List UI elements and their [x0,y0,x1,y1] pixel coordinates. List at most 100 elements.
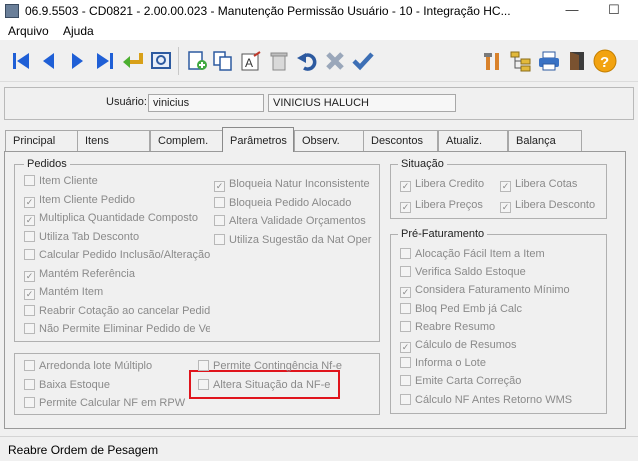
unchecked-checkbox-icon[interactable] [400,320,411,332]
checkbox-reabrir-cotacao-ao-cancelar-pedido[interactable]: Reabrir Cotação ao cancelar Pedido [24,304,210,318]
checkbox-baixa-estoque[interactable]: Baixa Estoque [24,378,194,392]
unchecked-checkbox-icon[interactable] [400,248,411,259]
last-record-icon[interactable] [92,48,118,74]
tab-observ[interactable]: Observ. [294,130,364,151]
unchecked-checkbox-icon[interactable] [24,230,35,242]
checkbox-label: Bloqueia Pedido Alocado [229,196,352,209]
checked-checkbox-icon[interactable]: ✓ [400,181,411,192]
checked-checkbox-icon[interactable]: ✓ [400,287,411,299]
pedidos-group-title: Pedidos [24,158,70,170]
first-record-icon[interactable] [8,48,34,74]
menu-ajuda[interactable]: Ajuda [63,24,94,38]
unchecked-checkbox-icon[interactable] [24,304,35,316]
unchecked-checkbox-icon[interactable] [24,397,35,408]
edit-text-icon[interactable]: A [238,48,264,74]
unchecked-checkbox-icon[interactable] [214,233,225,245]
unchecked-checkbox-icon[interactable] [24,249,35,260]
checkbox-calculo-nf-antes-retorno-wms[interactable]: Cálculo NF Antes Retorno WMS [400,393,600,407]
tab-principal[interactable]: Principal [5,130,78,151]
maximize-button[interactable]: ☐ [594,0,634,22]
new-icon[interactable] [184,48,210,74]
checkbox-label: Libera Cotas [515,178,578,190]
checkbox-altera-validade-orcamentos[interactable]: Altera Validade Orçamentos [214,215,374,228]
unchecked-checkbox-icon[interactable] [24,378,35,390]
checkbox-bloqueia-natur-inconsistente[interactable]: ✓ Bloqueia Natur Inconsistente [214,178,374,192]
app-icon [5,4,19,18]
checkbox-verifica-saldo-estoque[interactable]: Verifica Saldo Estoque [400,266,600,279]
unchecked-checkbox-icon[interactable] [198,378,209,390]
checkbox-libera-desconto[interactable]: ✓ Libera Desconto [500,199,600,213]
checkbox-nao-permite-eliminar-pedido-de-venda[interactable]: Não Permite Eliminar Pedido de Venda [24,323,210,336]
checkbox-considera-faturamento-minimo[interactable]: ✓ Considera Faturamento Mínimo [400,284,600,299]
checkbox-mantem-item[interactable]: ✓ Mantém Item [24,286,210,300]
checkbox-bloq-ped-emb-ja-calc[interactable]: Bloq Ped Emb já Calc [400,302,600,316]
checkbox-label: Considera Faturamento Mínimo [415,284,570,297]
checkbox-label: Multiplica Quantidade Composto [39,212,198,224]
delete-icon[interactable] [266,48,292,74]
checkbox-bloqueia-pedido-alocado[interactable]: Bloqueia Pedido Alocado [214,196,374,210]
checkbox-libera-credito[interactable]: ✓ Libera Credito [400,178,500,192]
undo-icon[interactable] [294,48,320,74]
checkbox-informa-o-lote[interactable]: Informa o Lote [400,357,600,370]
checked-checkbox-icon[interactable]: ✓ [500,181,511,192]
tools-icon[interactable] [480,48,506,74]
menu-arquivo[interactable]: Arquivo [8,24,49,38]
checkbox-permite-contingencia-nf-e[interactable]: Permite Contingência Nf-e [198,360,348,373]
checked-checkbox-icon[interactable]: ✓ [400,202,411,213]
preview-icon[interactable] [148,48,174,74]
checked-checkbox-icon[interactable]: ✓ [24,215,35,226]
checked-checkbox-icon[interactable]: ✓ [214,181,225,192]
checked-checkbox-icon[interactable]: ✓ [24,270,35,282]
unchecked-checkbox-icon[interactable] [400,357,411,369]
unchecked-checkbox-icon[interactable] [24,323,35,334]
unchecked-checkbox-icon[interactable] [24,175,35,186]
tab-balanca[interactable]: Balança [508,130,582,151]
user-login-field[interactable]: vinicius [148,94,264,112]
confirm-icon[interactable] [350,48,376,74]
checkbox-calcular-pedido-inclusao-alteracao-item[interactable]: Calcular Pedido Inclusão/Alteração Item [24,249,210,262]
checkbox-item-cliente[interactable]: Item Cliente [24,175,210,188]
next-record-icon[interactable] [64,48,90,74]
unchecked-checkbox-icon[interactable] [400,302,411,314]
tab-parametros[interactable]: Parâmetros [222,127,294,152]
tab-itens[interactable]: Itens [77,130,150,151]
minimize-button[interactable]: — [552,0,592,22]
unchecked-checkbox-icon[interactable] [198,360,209,371]
unchecked-checkbox-icon[interactable] [214,196,225,208]
tab-complem[interactable]: Complem. [150,130,223,151]
unchecked-checkbox-icon[interactable] [400,266,411,278]
checkbox-libera-cotas[interactable]: ✓ Libera Cotas [500,178,600,192]
return-icon[interactable] [120,48,146,74]
cancel-icon[interactable] [322,48,348,74]
print-icon[interactable] [536,48,562,74]
checked-checkbox-icon[interactable]: ✓ [400,342,411,353]
checkbox-emite-carta-correcao[interactable]: Emite Carta Correção [400,375,600,388]
checkbox-mantem-referencia[interactable]: ✓ Mantém Referência [24,268,210,282]
unchecked-checkbox-icon[interactable] [24,360,35,371]
unchecked-checkbox-icon[interactable] [400,393,411,405]
checkbox-calculo-de-resumos[interactable]: ✓ Cálculo de Resumos [400,339,600,353]
unchecked-checkbox-icon[interactable] [400,375,411,387]
copy-icon[interactable] [210,48,236,74]
checkbox-libera-precos[interactable]: ✓ Libera Preços [400,199,500,213]
previous-record-icon[interactable] [36,48,62,74]
checkbox-item-cliente-pedido[interactable]: ✓ Item Cliente Pedido [24,194,210,208]
tab-descontos[interactable]: Descontos [363,130,438,151]
checked-checkbox-icon[interactable]: ✓ [24,289,35,300]
checkbox-multiplica-quantidade-composto[interactable]: ✓ Multiplica Quantidade Composto [24,212,210,226]
unchecked-checkbox-icon[interactable] [214,215,225,226]
checkbox-reabre-resumo[interactable]: Reabre Resumo [400,320,600,334]
checked-checkbox-icon[interactable]: ✓ [24,196,35,208]
exit-icon[interactable] [564,48,590,74]
checkbox-alocacao-facil-item-a-item[interactable]: Alocação Fácil Item a Item [400,248,600,261]
checkbox-label: Verifica Saldo Estoque [415,266,526,279]
checkbox-utiliza-tab-desconto[interactable]: Utiliza Tab Desconto [24,230,210,244]
checkbox-permite-calcular-nf-em-rpw[interactable]: Permite Calcular NF em RPW [24,397,194,410]
checked-checkbox-icon[interactable]: ✓ [500,202,511,213]
help-icon[interactable]: ? [592,48,618,74]
checkbox-arredonda-lote-multiplo[interactable]: Arredonda lote Múltiplo [24,360,194,373]
checkbox-utiliza-sugestao-da-nat-oper[interactable]: Utiliza Sugestão da Nat Oper [214,233,374,247]
tree-icon[interactable] [508,48,534,74]
checkbox-altera-situacao-da-nf-e[interactable]: Altera Situação da NF-e [198,378,348,392]
tab-atualiz[interactable]: Atualiz. [438,130,508,151]
